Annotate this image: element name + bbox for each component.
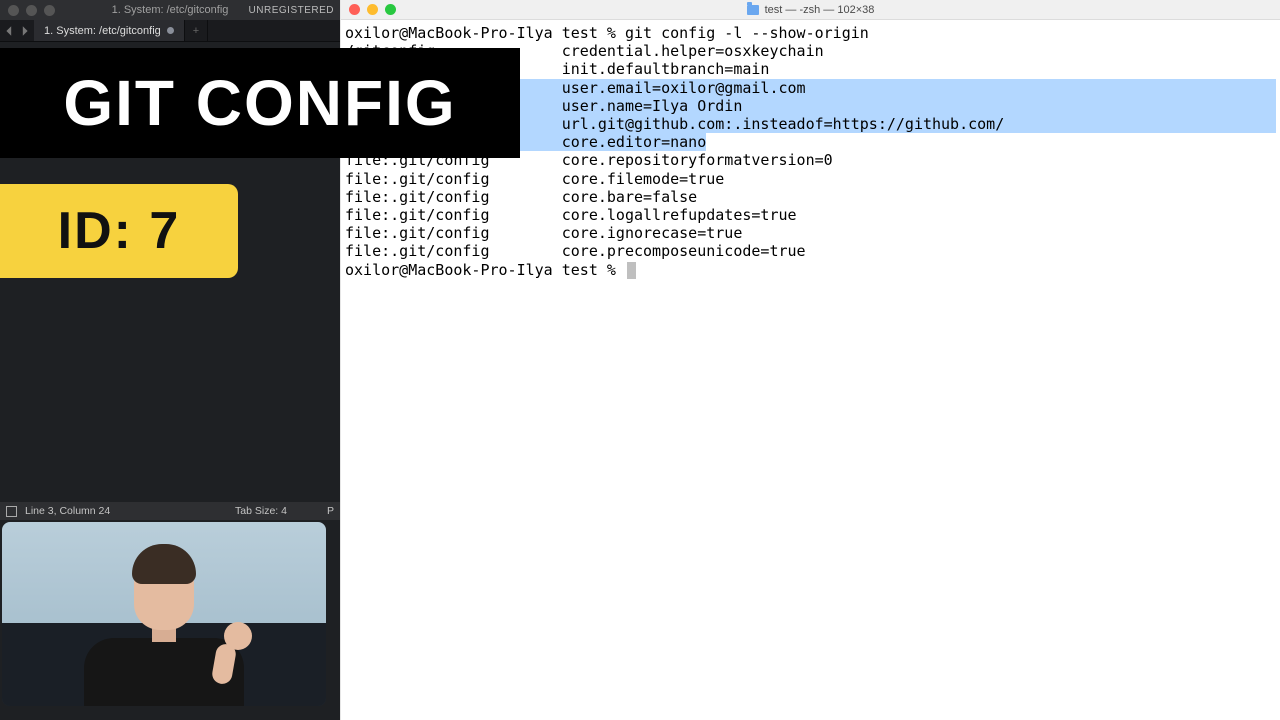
editor-traffic-lights[interactable]	[8, 5, 55, 16]
terminal-cursor	[627, 262, 636, 279]
folder-icon	[747, 5, 759, 15]
editor-tab-label: 1. System: /etc/gitconfig	[44, 25, 161, 37]
chevron-left-icon[interactable]	[4, 25, 16, 37]
person-illustration	[64, 526, 264, 706]
overlay-title-card: GIT CONFIG	[0, 48, 520, 158]
terminal-output-line: file:.git/config core.ignorecase=true	[345, 224, 1276, 242]
editor-tab-active[interactable]: 1. System: /etc/gitconfig	[34, 20, 185, 41]
editor-tabsize[interactable]: Tab Size: 4	[235, 505, 287, 517]
editor-new-tab[interactable]: +	[185, 20, 208, 41]
editor-statusbar[interactable]: Line 3, Column 24 Tab Size: 4 P	[0, 502, 340, 520]
editor-cursor-position[interactable]: Line 3, Column 24	[25, 505, 110, 517]
terminal-window-title: test — -zsh — 102×38	[765, 4, 875, 16]
editor-titlebar[interactable]: 1. System: /etc/gitconfig UNREGISTERED	[0, 0, 340, 20]
dirty-dot-icon	[167, 27, 174, 34]
terminal-output-line: file:.git/config core.logallrefupdates=t…	[345, 206, 1276, 224]
zoom-icon[interactable]	[44, 5, 55, 16]
overlay-title-text: GIT CONFIG	[63, 66, 456, 140]
minimize-icon[interactable]	[367, 4, 378, 15]
terminal-prompt-line[interactable]: oxilor@MacBook-Pro-Ilya test %	[345, 261, 1276, 279]
chevron-right-icon[interactable]	[18, 25, 30, 37]
overlay-id-text: ID: 7	[58, 201, 181, 261]
zoom-icon[interactable]	[385, 4, 396, 15]
terminal-prompt-line: oxilor@MacBook-Pro-Ilya test % git confi…	[345, 24, 1276, 42]
terminal-output-line: file:.git/config core.bare=false	[345, 188, 1276, 206]
overlay-id-badge: ID: 7	[0, 184, 238, 278]
panel-toggle-icon[interactable]	[6, 506, 17, 517]
webcam-overlay	[2, 522, 326, 706]
terminal-output-line: file:.git/config core.precomposeunicode=…	[345, 242, 1276, 260]
terminal-traffic-lights[interactable]	[349, 4, 396, 15]
minimize-icon[interactable]	[26, 5, 37, 16]
close-icon[interactable]	[349, 4, 360, 15]
editor-tabstrip[interactable]: 1. System: /etc/gitconfig +	[0, 20, 340, 42]
terminal-titlebar[interactable]: test — -zsh — 102×38	[341, 0, 1280, 20]
editor-nav-back-forward[interactable]	[0, 20, 34, 41]
editor-syntax-letter[interactable]: P	[327, 505, 334, 517]
terminal-output-line: file:.git/config core.filemode=true	[345, 170, 1276, 188]
close-icon[interactable]	[8, 5, 19, 16]
editor-unregistered-label: UNREGISTERED	[249, 5, 334, 16]
